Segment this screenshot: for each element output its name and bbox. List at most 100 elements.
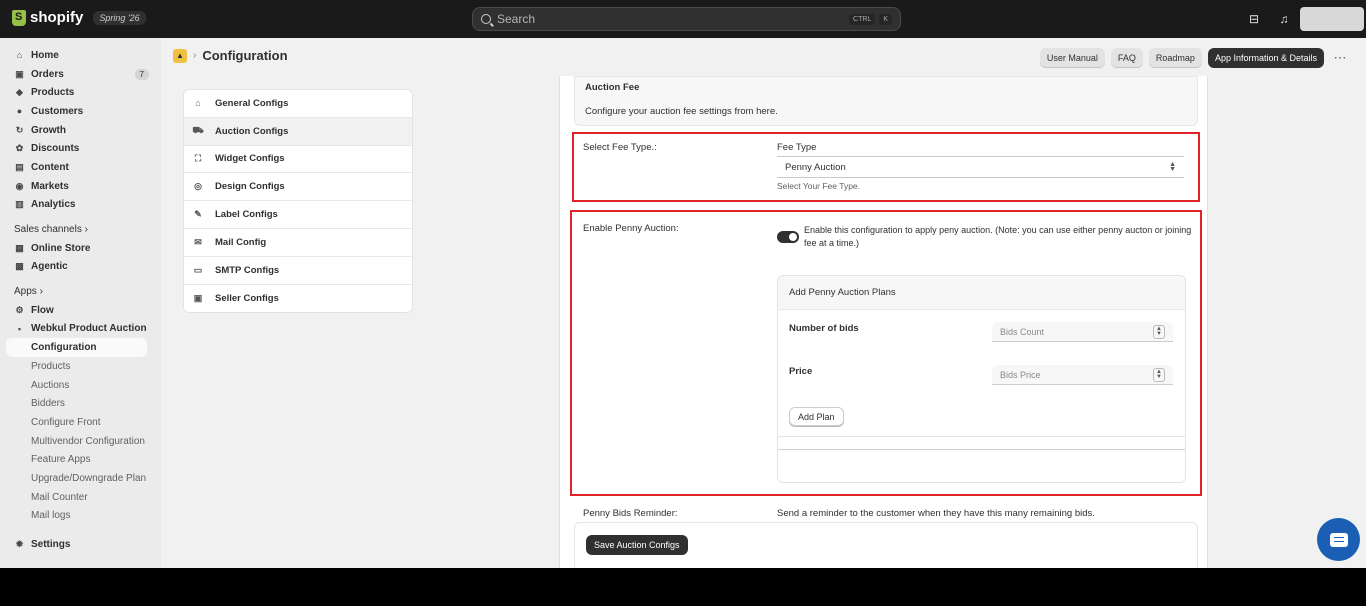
nav-agentic[interactable]: ▩ Agentic bbox=[0, 258, 161, 277]
gear-icon: ✹ bbox=[15, 539, 24, 550]
sidebar: ⌂ Home ▣ Orders 7 ◆ Products ● Customers ↻ Gro… bbox=[0, 38, 161, 568]
nav-settings[interactable]: ✹ Settings bbox=[0, 535, 161, 554]
bids-price-placeholder: Bids Price bbox=[1000, 369, 1041, 380]
sub-feature-apps[interactable]: Feature Apps bbox=[0, 450, 161, 469]
config-label: Mail Config bbox=[215, 236, 267, 248]
sub-bidders[interactable]: Bidders bbox=[0, 394, 161, 413]
sub-mail-counter[interactable]: Mail Counter bbox=[0, 488, 161, 507]
globe-icon: ◉ bbox=[15, 180, 24, 191]
header-actions: User Manual FAQ Roadmap App Information … bbox=[1039, 48, 1350, 68]
config-label: Auction Configs bbox=[215, 125, 289, 137]
shopify-logo[interactable]: shopify Spring '26 bbox=[12, 9, 146, 26]
user-manual-button[interactable]: User Manual bbox=[1039, 48, 1105, 68]
shortcut-key-ctrl: CTRL bbox=[849, 13, 876, 25]
sub-products[interactable]: Products bbox=[0, 357, 161, 376]
sub-configuration[interactable]: Configuration bbox=[6, 338, 147, 357]
account-menu[interactable] bbox=[1300, 7, 1364, 31]
smtp-icon: ▭ bbox=[193, 264, 203, 275]
nav-label: Customers bbox=[31, 105, 84, 117]
agentic-icon: ▩ bbox=[15, 261, 24, 272]
nav-label: Online Store bbox=[31, 242, 91, 254]
eye-icon: ◎ bbox=[194, 181, 202, 192]
bell-icon[interactable]: ♫ bbox=[1277, 12, 1291, 26]
mail-icon: ✉ bbox=[194, 236, 202, 247]
nav-label: Content bbox=[31, 161, 69, 173]
home-icon: ⌂ bbox=[195, 98, 201, 109]
inbox-icon[interactable]: ⊟ bbox=[1247, 12, 1261, 26]
orders-count-badge: 7 bbox=[134, 68, 149, 80]
search-icon bbox=[481, 14, 491, 24]
config-seller[interactable]: ▣ Seller Configs bbox=[184, 285, 412, 313]
nav-markets[interactable]: ◉ Markets bbox=[0, 177, 161, 196]
save-auction-configs-button[interactable]: Save Auction Configs bbox=[586, 535, 688, 555]
chat-button[interactable] bbox=[1317, 518, 1360, 561]
nav-label: Home bbox=[31, 49, 59, 61]
config-label: Widget Configs bbox=[215, 153, 285, 165]
sub-auctions[interactable]: Auctions bbox=[0, 376, 161, 395]
fee-type-help: Select Your Fee Type. bbox=[777, 181, 861, 191]
more-actions-icon[interactable]: ⋯ bbox=[1330, 50, 1350, 66]
nav-growth[interactable]: ↻ Growth bbox=[0, 121, 161, 140]
nav-products[interactable]: ◆ Products bbox=[0, 83, 161, 102]
select-arrows-icon: ▲ ▼ bbox=[1169, 161, 1176, 173]
fee-type-field-label: Fee Type bbox=[777, 142, 817, 153]
nav-customers[interactable]: ● Customers bbox=[0, 102, 161, 121]
fee-type-select[interactable]: Penny Auction ▲ ▼ bbox=[777, 156, 1184, 178]
chat-icon bbox=[1329, 532, 1348, 547]
search-placeholder: Search bbox=[497, 12, 536, 26]
section-description: Configure your auction fee settings from… bbox=[585, 106, 778, 117]
orders-icon: ▣ bbox=[15, 68, 24, 79]
search-input[interactable]: Search CTRL K bbox=[472, 7, 901, 31]
sub-upgrade-plan[interactable]: Upgrade/Downgrade Plan bbox=[0, 469, 161, 488]
section-title: Auction Fee bbox=[585, 82, 640, 93]
nav-online-store[interactable]: ▦ Online Store bbox=[0, 239, 161, 258]
app-icon[interactable]: ▲ bbox=[173, 48, 187, 63]
stepper-icon[interactable]: ▲ ▼ bbox=[1153, 324, 1165, 339]
config-smtp[interactable]: ▭ SMTP Configs bbox=[184, 257, 412, 285]
add-plan-button[interactable]: Add Plan bbox=[789, 407, 844, 426]
sales-channels-heading[interactable]: Sales channels › bbox=[0, 220, 161, 239]
sub-mail-logs[interactable]: Mail logs bbox=[0, 507, 161, 526]
tag-icon: ◆ bbox=[16, 87, 23, 98]
sub-multivendor[interactable]: Multivendor Configuration bbox=[0, 432, 161, 451]
penny-auction-toggle[interactable] bbox=[777, 231, 799, 243]
roadmap-button[interactable]: Roadmap bbox=[1148, 48, 1202, 68]
brand-name: shopify bbox=[30, 9, 84, 26]
home-icon: ⌂ bbox=[16, 50, 23, 61]
nav-discounts[interactable]: ✿ Discounts bbox=[0, 139, 161, 158]
search-shortcut: CTRL K bbox=[849, 13, 892, 25]
nav-webkul-auction[interactable]: ▪ Webkul Product Auction bbox=[0, 320, 161, 339]
config-mail[interactable]: ✉ Mail Config bbox=[184, 229, 412, 257]
nav-content[interactable]: ▤ Content bbox=[0, 158, 161, 177]
apps-heading[interactable]: Apps › bbox=[0, 282, 161, 301]
config-label[interactable]: ✎ Label Configs bbox=[184, 201, 412, 229]
bids-count-input[interactable]: Bids Count ▲ ▼ bbox=[992, 322, 1173, 342]
bids-label: Number of bids bbox=[789, 323, 859, 334]
nav-home[interactable]: ⌂ Home bbox=[0, 46, 161, 65]
store-icon: ▦ bbox=[15, 242, 24, 253]
config-widget[interactable]: ⛶ Widget Configs bbox=[184, 146, 412, 174]
stepper-icon[interactable]: ▲ ▼ bbox=[1153, 367, 1165, 382]
nav-analytics[interactable]: ▥ Analytics bbox=[0, 196, 161, 215]
faq-button[interactable]: FAQ bbox=[1110, 48, 1143, 68]
nav-label: Orders bbox=[31, 68, 64, 80]
nav-flow[interactable]: ⚙ Flow bbox=[0, 301, 161, 320]
page-header: ▲ › Configuration bbox=[173, 48, 288, 63]
content-icon: ▤ bbox=[15, 161, 24, 172]
config-label: Design Configs bbox=[215, 181, 285, 193]
chevron-right-icon: › bbox=[39, 286, 43, 298]
chevron-right-icon: › bbox=[193, 50, 197, 61]
nav-orders[interactable]: ▣ Orders 7 bbox=[0, 65, 161, 84]
app-info-button[interactable]: App Information & Details bbox=[1207, 48, 1324, 68]
nav-label: Agentic bbox=[31, 261, 68, 273]
bids-price-input[interactable]: Bids Price ▲ ▼ bbox=[992, 365, 1173, 385]
section-label: Sales channels bbox=[14, 224, 82, 236]
label-icon: ✎ bbox=[194, 209, 202, 220]
penny-row-label: Enable Penny Auction: bbox=[583, 223, 679, 234]
config-auction[interactable]: ⛟ Auction Configs bbox=[184, 117, 412, 146]
config-general[interactable]: ⌂ General Configs bbox=[184, 90, 412, 118]
sub-configure-front[interactable]: Configure Front bbox=[0, 413, 161, 432]
config-label-text: Label Configs bbox=[215, 209, 278, 221]
config-design[interactable]: ◎ Design Configs bbox=[184, 173, 412, 202]
save-area: Save Auction Configs bbox=[574, 522, 1198, 568]
